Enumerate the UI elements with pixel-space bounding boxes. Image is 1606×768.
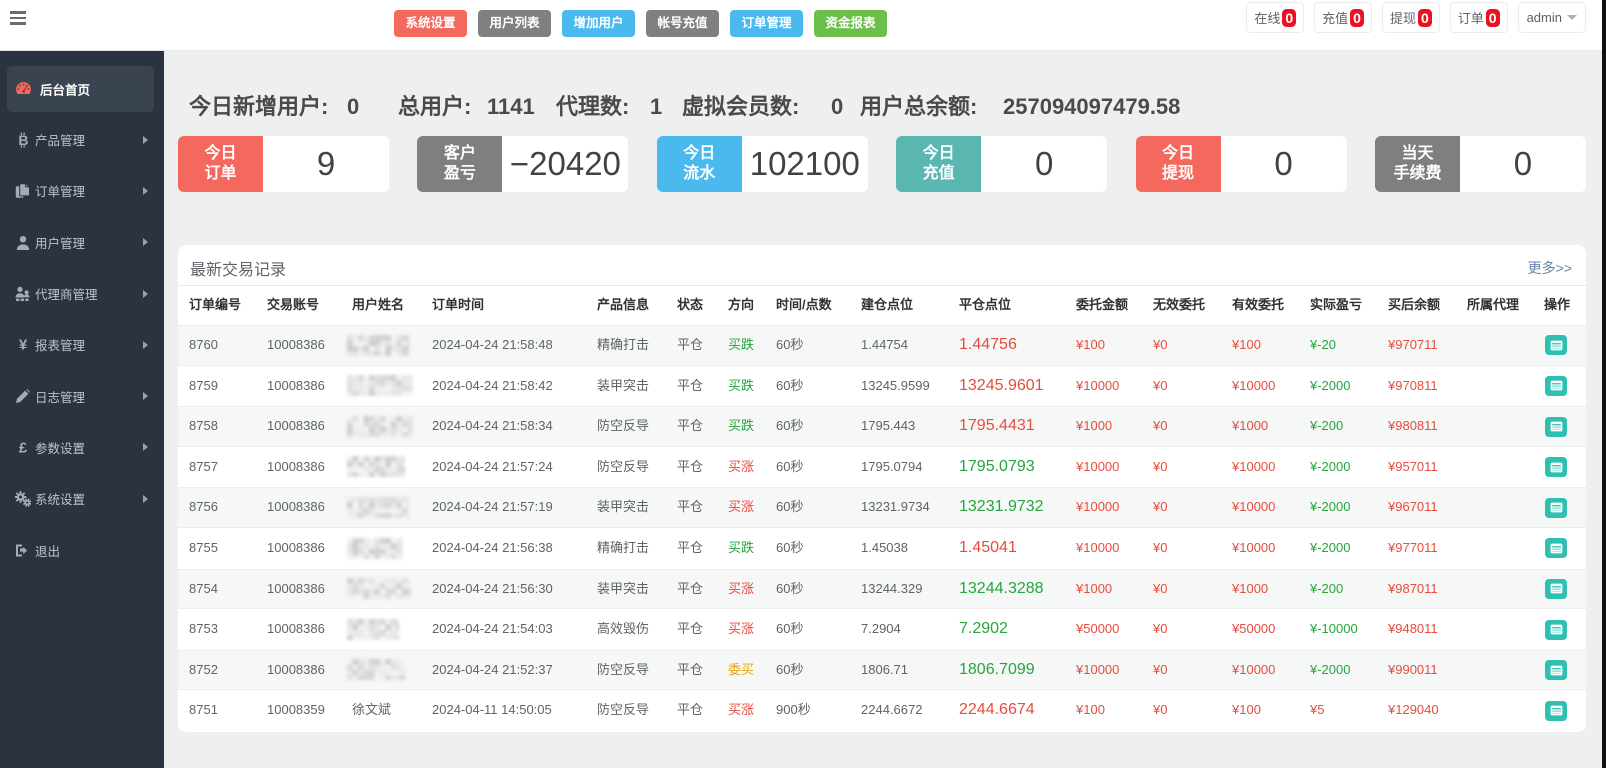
svg-text:¥: ¥ xyxy=(18,337,27,352)
svg-text:B: B xyxy=(18,132,28,148)
svg-text:£: £ xyxy=(18,440,27,455)
